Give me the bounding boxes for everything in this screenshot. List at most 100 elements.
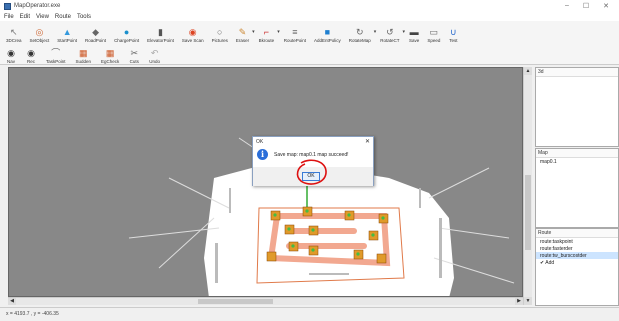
3dcrea-button[interactable]: ↖ 3DCrea	[4, 22, 24, 43]
vertical-scroll-thumb[interactable]	[525, 175, 531, 250]
panel-route: Route route:taskpoint route:fasterder ro…	[535, 228, 619, 306]
scroll-left-icon[interactable]: ◀	[8, 298, 16, 305]
egcheck-button[interactable]: ▦ EgCheck	[99, 43, 121, 64]
elevator-icon: ▮	[157, 27, 163, 37]
route-point-icon: ≡	[292, 27, 298, 37]
secondary-toolbar: ◉ Nav ◉ Rec ⌒ TaskPoint ▦ Sudden ▦ EgCheck ✂ Cuts ↶ U…	[0, 43, 619, 65]
eraser-icon: ✎	[238, 27, 247, 37]
title-bar: MapOperator.exe – ☐ ✕	[0, 0, 619, 12]
scroll-right-icon[interactable]: ▶	[515, 298, 523, 305]
dialog-title: OK	[256, 138, 264, 145]
eraser-button[interactable]: ✎ Eraser	[234, 22, 251, 43]
menu-edit[interactable]: Edit	[20, 14, 30, 20]
route-icon: ⌐	[263, 27, 270, 37]
bkroute-button[interactable]: ⌐ Bkroute	[257, 22, 277, 43]
charge-point-icon: ●	[123, 27, 130, 37]
startpoint-button[interactable]: ▲ StartPoint	[55, 22, 79, 43]
save-button[interactable]: ▬ Save	[407, 22, 421, 43]
dropdown-arrow-icon[interactable]: ▾	[277, 29, 280, 35]
toolbar-button-label: Nav	[6, 59, 15, 64]
test-icon: ∪	[450, 27, 457, 37]
route-list-item[interactable]: route:taskpoint	[536, 238, 618, 245]
route-list-item[interactable]: route:tw_burscostder	[536, 252, 618, 259]
task-point-icon: ⌒	[51, 48, 61, 58]
check-icon: ▦	[105, 48, 115, 58]
main-toolbar: ↖ 3DCrea ◎ SetObject ▲ StartPoint ◆ RoadPoint ● C…	[0, 21, 619, 43]
policy-icon: ■	[324, 27, 331, 37]
test-button[interactable]: ∪ Test	[446, 22, 460, 43]
panel-map: Map map0.1	[535, 148, 619, 228]
save-scan-icon: ◉	[188, 27, 197, 37]
route-list-item[interactable]: route:fasterder	[536, 245, 618, 252]
taskpoint-button[interactable]: ⌒ TaskPoint	[44, 43, 68, 64]
minimize-button[interactable]: –	[565, 2, 569, 10]
undo-button[interactable]: ↶ Undo	[147, 43, 162, 64]
save-icon: ▬	[409, 27, 419, 37]
speed-button[interactable]: ▭ Speed	[425, 22, 442, 43]
picture-icon: ○	[217, 27, 223, 37]
rotate-icon: ↻	[355, 27, 364, 37]
nav-button[interactable]: ◉ Nav	[4, 43, 18, 64]
undo-icon: ↶	[150, 48, 159, 58]
rotate-ct-icon: ↺	[386, 27, 394, 37]
panel-map-title: Map	[536, 149, 618, 158]
toolbar-button-label: EgCheck	[101, 59, 120, 64]
record-icon: ◉	[27, 48, 35, 58]
sudden-icon: ▦	[79, 48, 88, 58]
roadpoint-button[interactable]: ◆ RoadPoint	[83, 22, 108, 43]
horizontal-scroll-thumb[interactable]	[198, 299, 273, 304]
pictures-button[interactable]: ○ Pictures	[210, 22, 230, 43]
elevatorpoint-button[interactable]: ▮ ElevatorPoint	[145, 22, 176, 43]
rotatemap-button[interactable]: ↻ RotateMap	[347, 22, 373, 43]
scroll-down-icon[interactable]: ▼	[524, 297, 532, 305]
info-icon: i	[257, 149, 268, 160]
status-bar: x = 4193.7 , y = -406.35	[0, 307, 619, 321]
road-point-icon: ◆	[92, 27, 99, 37]
maximize-button[interactable]: ☐	[583, 2, 589, 10]
toolbar-button-label: Cuts	[129, 59, 139, 64]
cut-icon: ✂	[130, 48, 139, 58]
setobject-button[interactable]: ◎ SetObject	[28, 22, 52, 43]
menu-tools[interactable]: Tools	[77, 14, 91, 20]
rec-button[interactable]: ◉ Rec	[24, 43, 38, 64]
speed-icon: ▭	[429, 27, 439, 37]
menu-bar: File Edit View Route Tools	[0, 12, 619, 21]
dropdown-arrow-icon[interactable]: ▾	[403, 29, 406, 35]
menu-file[interactable]: File	[4, 14, 14, 20]
window-title: MapOperator.exe	[14, 3, 61, 9]
app-icon	[4, 2, 11, 10]
rotatect-button[interactable]: ↺ RotateCT	[378, 22, 401, 43]
dialog-close-icon[interactable]: ✕	[365, 138, 370, 145]
cuts-button[interactable]: ✂ Cuts	[127, 43, 141, 64]
panel-route-title: Route	[536, 229, 618, 238]
chargepoint-button[interactable]: ● ChargePoint	[112, 22, 141, 43]
nav-icon: ◉	[7, 48, 15, 58]
window-controls: – ☐ ✕	[565, 2, 619, 10]
panel-3d-title: 3d	[536, 68, 618, 77]
save-scan-button[interactable]: ◉ Save Scan	[180, 22, 206, 43]
route-add-item[interactable]: ✔ Add	[536, 259, 618, 266]
target-icon: ◎	[35, 27, 44, 37]
panel-3d: 3d	[535, 67, 619, 147]
cursor-icon: ↖	[9, 27, 18, 37]
toolbar-button-label: TaskPoint	[46, 59, 66, 64]
dropdown-arrow-icon[interactable]: ▾	[374, 29, 377, 35]
menu-view[interactable]: View	[36, 14, 49, 20]
toolbar-button-label: Sudden	[75, 59, 92, 64]
red-annotation-circle	[296, 159, 327, 185]
addentpolicy-button[interactable]: ■ AddEntPolicy	[312, 22, 343, 43]
toolbar-button-label: Rec	[26, 59, 35, 64]
dialog-titlebar: OK ✕	[253, 137, 373, 146]
vertical-scrollbar[interactable]: ▲ ▼	[523, 67, 532, 305]
start-flag-icon: ▲	[62, 27, 72, 37]
toolbar-button-label: Undo	[149, 59, 161, 64]
routepoint-button[interactable]: ≡ RoutePoint	[282, 22, 308, 43]
scroll-up-icon[interactable]: ▲	[524, 67, 532, 75]
dropdown-arrow-icon[interactable]: ▾	[252, 29, 255, 35]
horizontal-scrollbar[interactable]: ◀ ▶	[8, 297, 523, 305]
sudden-button[interactable]: ▦ Sudden	[74, 43, 94, 64]
cursor-coordinates: x = 4193.7 , y = -406.35	[6, 311, 59, 317]
close-button[interactable]: ✕	[603, 2, 609, 10]
menu-route[interactable]: Route	[55, 14, 71, 20]
map-list-item[interactable]: map0.1	[536, 158, 618, 165]
